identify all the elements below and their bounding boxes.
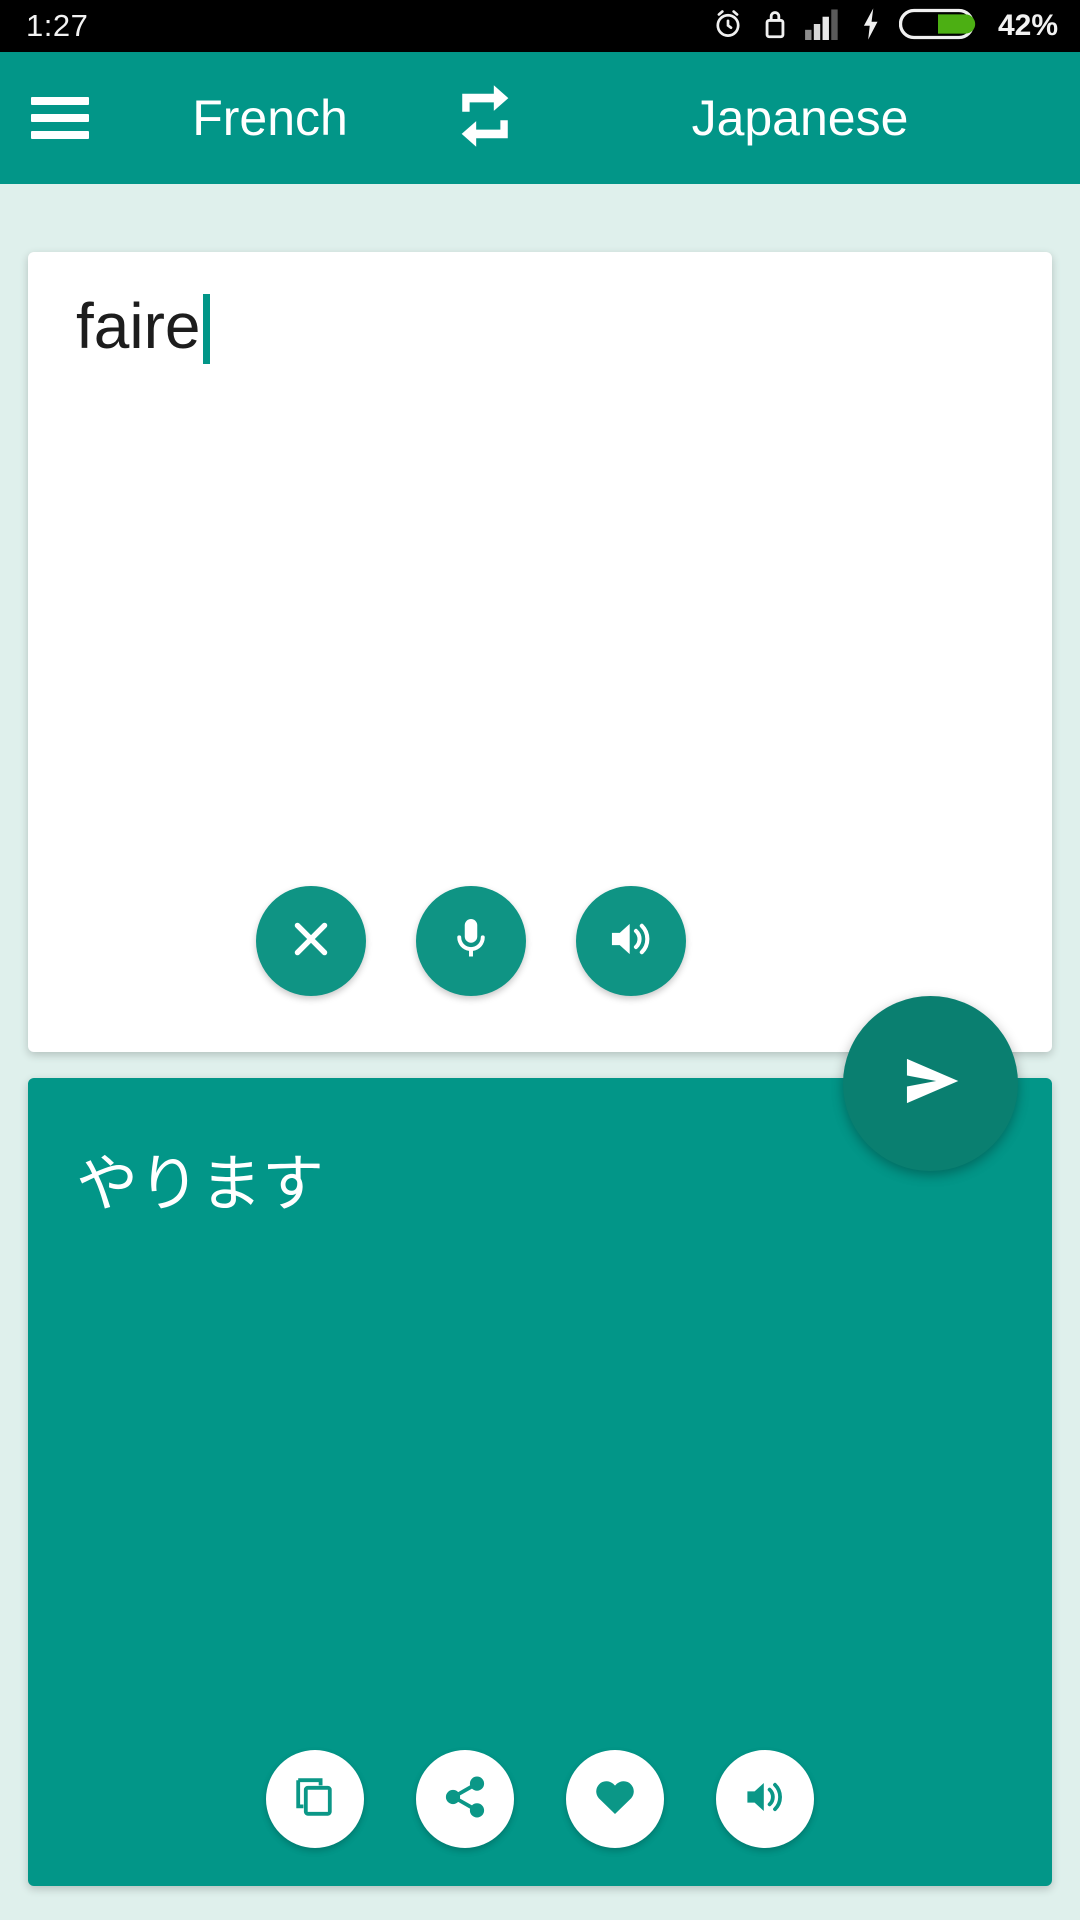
lock-icon [762, 7, 788, 46]
send-icon [892, 1042, 970, 1125]
signal-icon [805, 8, 843, 45]
status-bar: 1:27 42% [0, 0, 1080, 52]
source-text-input[interactable]: faire [76, 290, 1012, 364]
source-text-card[interactable]: faire [28, 252, 1052, 1052]
clear-button[interactable] [256, 886, 366, 996]
target-language-label: Japanese [691, 90, 909, 146]
favorite-button[interactable] [566, 1750, 664, 1848]
share-button[interactable] [416, 1750, 514, 1848]
menu-button[interactable] [0, 52, 120, 184]
mic-button[interactable] [416, 886, 526, 996]
source-language-label: French [192, 90, 348, 146]
microphone-icon [446, 914, 496, 969]
target-action-bar [28, 1750, 1052, 1848]
alarm-icon [711, 7, 745, 46]
source-action-bar [28, 886, 1052, 996]
copy-button[interactable] [266, 1750, 364, 1848]
close-icon [286, 914, 336, 969]
speaker-icon [741, 1773, 789, 1826]
speak-target-button[interactable] [716, 1750, 814, 1848]
battery-percent: 42% [997, 9, 1058, 42]
source-text-value: faire [76, 290, 201, 362]
send-button[interactable] [843, 996, 1018, 1171]
speaker-icon [605, 913, 657, 970]
target-language-selector[interactable]: Japanese [550, 89, 1080, 147]
status-clock: 1:27 [26, 8, 89, 43]
charging-bolt-icon [860, 7, 882, 46]
speak-source-button[interactable] [576, 886, 686, 996]
app-bar: French Japanese [0, 52, 1080, 184]
swap-languages-button[interactable] [420, 79, 550, 158]
source-language-selector[interactable]: French [120, 89, 420, 147]
battery-icon [898, 6, 977, 47]
translated-text: やります [76, 1150, 325, 1219]
copy-icon [291, 1773, 339, 1826]
heart-icon [591, 1773, 639, 1826]
swap-icon [448, 79, 522, 158]
hamburger-menu-icon [31, 88, 89, 148]
status-icons: 42% [711, 6, 1058, 47]
text-cursor [202, 294, 210, 364]
share-icon [441, 1773, 489, 1826]
target-text-card[interactable]: やります [28, 1078, 1052, 1886]
